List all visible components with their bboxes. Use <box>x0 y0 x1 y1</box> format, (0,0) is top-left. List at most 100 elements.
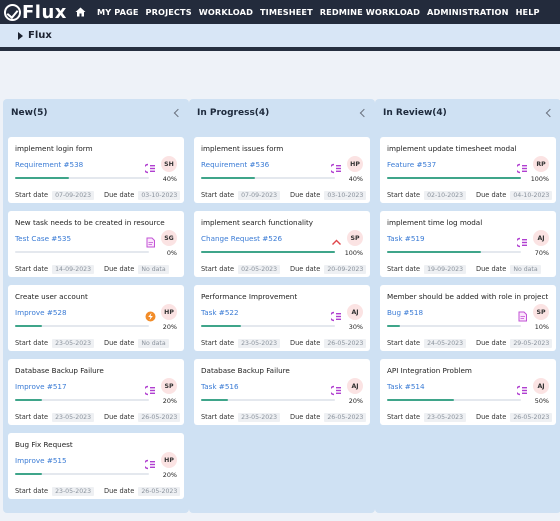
issue-reference-link[interactable]: Feature #537 <box>387 160 436 169</box>
date-row: Start date 23-05-2023 Due date 26-05-2023 <box>201 412 367 422</box>
home-icon[interactable] <box>70 0 90 24</box>
assignee-avatar[interactable]: SP <box>347 230 363 246</box>
issue-title[interactable]: Performance Improvement <box>201 292 297 301</box>
issue-reference-link[interactable]: Improve #528 <box>15 308 67 317</box>
progress-bar <box>201 251 335 253</box>
assignee-avatar[interactable]: HP <box>161 452 177 468</box>
issue-card[interactable]: Create user account Improve #528 HP 20% Star… <box>8 285 184 351</box>
progress-bar <box>15 325 149 327</box>
assignee-avatar[interactable]: SG <box>161 230 177 246</box>
app-name: Flux <box>22 1 67 23</box>
date-row: Start date 02-05-2023 Due date 20-09-2023 <box>201 264 367 274</box>
issue-reference-link[interactable]: Task #522 <box>201 308 239 317</box>
issue-title[interactable]: Database Backup Failure <box>15 366 104 375</box>
issue-card[interactable]: implement search functionality Change Req… <box>194 211 370 277</box>
due-date-value: 29-05-2023 <box>510 338 553 348</box>
nav-projects[interactable]: PROJECTS <box>146 7 192 17</box>
progress-bar <box>15 473 149 475</box>
start-date-label: Start date <box>15 339 49 347</box>
nav-workload[interactable]: WORKLOAD <box>199 7 253 17</box>
due-date-value: 04-10-2023 <box>510 190 553 200</box>
nav-help[interactable]: HELP <box>516 7 540 17</box>
due-date-label: Due date <box>104 339 135 347</box>
collapse-chevron-icon[interactable] <box>545 108 555 118</box>
due-date-label: Due date <box>104 265 135 273</box>
due-date-value: 26-05-2023 <box>510 412 553 422</box>
progress-bar <box>15 251 149 253</box>
issue-title[interactable]: implement login form <box>15 144 93 153</box>
nav-my-page[interactable]: MY PAGE <box>97 7 139 17</box>
issue-reference-link[interactable]: Task #514 <box>387 382 425 391</box>
assignee-avatar[interactable]: AJ <box>533 378 549 394</box>
issue-reference-link[interactable]: Bug #518 <box>387 308 423 317</box>
due-date-label: Due date <box>104 413 135 421</box>
nav-redmine-workload[interactable]: REDMINE WORKLOAD <box>320 7 420 17</box>
issue-reference-link[interactable]: Improve #515 <box>15 456 67 465</box>
assignee-avatar[interactable]: RP <box>533 156 549 172</box>
issue-card[interactable]: Member should be added with role in proj… <box>380 285 556 351</box>
assignee-avatar[interactable]: SH <box>161 156 177 172</box>
issue-title[interactable]: implement issues form <box>201 144 283 153</box>
assignee-avatar[interactable]: HP <box>347 156 363 172</box>
collapse-chevron-icon[interactable] <box>173 108 183 118</box>
assignee-avatar[interactable]: SP <box>533 304 549 320</box>
document-icon <box>145 233 156 248</box>
breadcrumb-label[interactable]: Flux <box>28 30 52 41</box>
issue-card[interactable]: implement time log modal Task #519 AJ 70% St… <box>380 211 556 277</box>
start-date-label: Start date <box>15 487 49 495</box>
app-logo[interactable]: Flux <box>4 2 70 23</box>
breadcrumb: Flux <box>0 24 560 51</box>
assignee-avatar[interactable]: SP <box>161 378 177 394</box>
issue-card[interactable]: Database Backup Failure Improve #517 SP 20%… <box>8 359 184 425</box>
issue-card[interactable]: New task needs to be created in resource… <box>8 211 184 277</box>
progress-bar <box>201 399 335 401</box>
nav-administration[interactable]: ADMINISTRATION <box>427 7 509 17</box>
issue-reference-link[interactable]: Requirement #536 <box>201 160 269 169</box>
issue-card[interactable]: API Integration Problem Task #514 AJ 50% Sta… <box>380 359 556 425</box>
due-date-label: Due date <box>290 191 321 199</box>
issue-card[interactable]: Database Backup Failure Task #516 AJ 20% Sta… <box>194 359 370 425</box>
issue-title[interactable]: implement time log modal <box>387 218 482 227</box>
progress-percent: 70% <box>534 249 549 257</box>
collapse-chevron-icon[interactable] <box>359 108 369 118</box>
due-date-value: No data <box>138 264 169 274</box>
due-date-value: No data <box>510 264 541 274</box>
issue-reference-link[interactable]: Change Request #526 <box>201 234 282 243</box>
issue-title[interactable]: implement update timesheet modal <box>387 144 517 153</box>
nav-timesheet[interactable]: TIMESHEET <box>260 7 313 17</box>
issue-card[interactable]: implement login form Requirement #538 SH 40… <box>8 137 184 203</box>
date-row: Start date 07-09-2023 Due date 03-10-2023 <box>201 190 367 200</box>
issue-reference-link[interactable]: Improve #517 <box>15 382 67 391</box>
progress-fill <box>201 251 335 253</box>
top-navbar: Flux MY PAGE PROJECTS WORKLOAD TIMESHEET… <box>0 0 560 24</box>
progress-fill <box>201 177 255 179</box>
issue-reference-link[interactable]: Test Case #535 <box>15 234 71 243</box>
issue-title[interactable]: Member should be added with role in proj… <box>387 292 548 301</box>
issue-title[interactable]: implement search functionality <box>201 218 313 227</box>
progress-fill <box>15 325 42 327</box>
start-date-value: 23-05-2023 <box>424 412 467 422</box>
progress-percent: 20% <box>162 323 177 331</box>
issue-card[interactable]: implement issues form Requirement #536 HP 4… <box>194 137 370 203</box>
due-date-value: No data <box>138 338 169 348</box>
issue-title[interactable]: API Integration Problem <box>387 366 472 375</box>
issue-card[interactable]: Performance Improvement Task #522 AJ 30% Sta… <box>194 285 370 351</box>
assignee-avatar[interactable]: AJ <box>533 230 549 246</box>
issue-title[interactable]: Create user account <box>15 292 88 301</box>
assignee-avatar[interactable]: HP <box>161 304 177 320</box>
issue-card[interactable]: implement update timesheet modal Feature … <box>380 137 556 203</box>
stack-icon <box>329 381 342 396</box>
issue-title[interactable]: Database Backup Failure <box>201 366 290 375</box>
issue-title[interactable]: Bug Fix Request <box>15 440 73 449</box>
issue-card[interactable]: Bug Fix Request Improve #515 HP 20% Start da… <box>8 433 184 499</box>
due-date-value: 26-05-2023 <box>138 486 181 496</box>
caret-right-icon[interactable] <box>18 31 23 40</box>
progress-bar <box>387 251 521 253</box>
issue-reference-link[interactable]: Task #516 <box>201 382 239 391</box>
issue-reference-link[interactable]: Requirement #538 <box>15 160 83 169</box>
issue-reference-link[interactable]: Task #519 <box>387 234 425 243</box>
issue-title[interactable]: New task needs to be created in resource <box>15 218 165 227</box>
due-date-label: Due date <box>476 413 507 421</box>
assignee-avatar[interactable]: AJ <box>347 304 363 320</box>
assignee-avatar[interactable]: AJ <box>347 378 363 394</box>
